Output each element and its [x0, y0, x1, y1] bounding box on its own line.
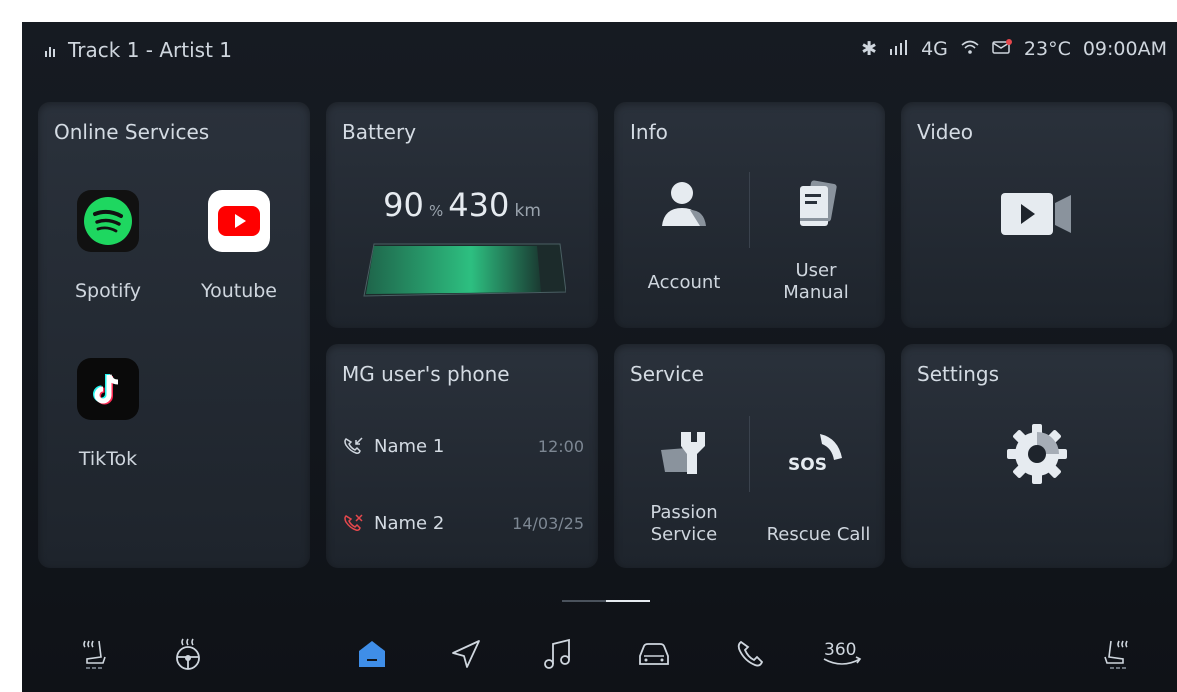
status-icons: ✱ 4G 23°C 09:00AM	[861, 38, 1167, 60]
battery-card[interactable]: Battery 90 % 430 km	[326, 102, 598, 328]
settings-card[interactable]: Settings	[901, 344, 1173, 568]
passion-service-label: Passion Service	[650, 502, 718, 545]
360-camera-button[interactable]: 360	[820, 634, 864, 674]
gear-icon	[1007, 424, 1067, 484]
account-icon	[662, 182, 706, 226]
online-services-card: Online Services Spotify Youtube TikTok	[38, 102, 310, 568]
rescue-call-button[interactable]: SOS Rescue Call	[756, 428, 881, 564]
sos-text: SOS	[788, 455, 827, 475]
call-time: 14/03/25	[512, 513, 584, 533]
info-title: Info	[630, 120, 668, 144]
missed-call-icon	[344, 514, 363, 531]
account-label: Account	[647, 272, 721, 293]
battery-percent-unit: %	[428, 202, 444, 220]
user-manual-label: User Manual	[783, 260, 849, 303]
phone-icon	[737, 640, 764, 667]
temperature: 23°C	[1023, 38, 1071, 60]
signal-icon	[889, 38, 909, 60]
call-time: 12:00	[537, 436, 584, 456]
steering-heat-button[interactable]	[168, 634, 208, 674]
video-title: Video	[917, 120, 974, 144]
music-bars-icon	[45, 47, 55, 57]
battery-fill	[366, 246, 541, 294]
spotify-icon	[84, 197, 132, 245]
status-bar: Track 1 - Artist 1 ✱ 4G 23°C 09:00AM	[22, 22, 1177, 78]
page-dot-2	[606, 600, 650, 602]
music-icon	[544, 638, 570, 669]
360-camera-icon: 360	[823, 640, 862, 665]
passion-service-button[interactable]: Passion Service	[624, 428, 744, 564]
settings-title: Settings	[917, 362, 1000, 386]
steering-heat-icon	[176, 638, 200, 670]
online-services-title: Online Services	[54, 120, 210, 144]
clock: 09:00AM	[1082, 38, 1167, 60]
battery-readout: 90 % 430 km	[326, 186, 598, 224]
user-manual-icon	[800, 180, 837, 226]
info-divider	[749, 172, 750, 248]
call-row-2[interactable]: Name 2 14/03/25	[342, 509, 584, 537]
seat-heat-right-button[interactable]	[1098, 634, 1138, 674]
car-icon	[639, 643, 669, 665]
message-icon	[992, 38, 1012, 60]
phone-button[interactable]	[730, 634, 770, 674]
user-manual-button[interactable]: User Manual	[756, 180, 876, 320]
video-card[interactable]: Video	[901, 102, 1173, 328]
car-button[interactable]	[634, 634, 674, 674]
sos-call-icon: SOS	[788, 434, 842, 475]
service-divider	[749, 416, 750, 492]
page-indicator[interactable]	[562, 600, 652, 602]
bluetooth-icon: ✱	[861, 38, 878, 60]
seat-heat-left-icon	[83, 640, 106, 669]
360-label: 360	[824, 640, 856, 660]
rescue-call-label: Rescue Call	[766, 524, 871, 545]
track-title: Track 1 - Artist 1	[68, 38, 232, 62]
page-dot-1	[562, 600, 606, 602]
youtube-label: Youtube	[201, 280, 277, 302]
call-row-1[interactable]: Name 1 12:00	[342, 432, 584, 460]
account-button[interactable]: Account	[624, 180, 744, 320]
seat-heat-right-icon	[1104, 640, 1128, 669]
service-card: Service Passion Service SOS Rescue Call	[614, 344, 885, 568]
spotify-app[interactable]	[77, 190, 139, 252]
call-name: Name 2	[374, 512, 445, 534]
battery-percent: 90	[383, 186, 424, 224]
phone-title: MG user's phone	[342, 362, 510, 386]
call-name: Name 1	[374, 435, 445, 457]
tiktok-icon	[93, 374, 119, 405]
battery-range-unit: km	[514, 201, 541, 221]
battery-title: Battery	[342, 120, 417, 144]
tiktok-app[interactable]	[77, 358, 139, 420]
home-icon	[359, 641, 385, 667]
navigation-icon	[452, 640, 480, 668]
battery-gauge	[360, 240, 567, 300]
youtube-icon	[218, 206, 260, 236]
video-camera-icon	[1001, 193, 1071, 235]
info-card: Info Account User Manual	[614, 102, 885, 328]
incoming-call-icon	[344, 437, 363, 454]
youtube-app[interactable]	[208, 190, 270, 252]
service-title: Service	[630, 362, 704, 386]
navigation-button[interactable]	[446, 634, 486, 674]
wifi-icon	[960, 38, 980, 60]
infotainment-screen: Track 1 - Artist 1 ✱ 4G 23°C 09:00AM Onl…	[22, 22, 1177, 692]
spotify-label: Spotify	[74, 280, 142, 302]
network-type: 4G	[921, 38, 948, 60]
tiktok-label: TikTok	[78, 448, 138, 470]
music-button[interactable]	[538, 634, 578, 674]
bottom-dock: 360	[22, 614, 1177, 692]
home-button[interactable]	[352, 634, 392, 674]
now-playing[interactable]: Track 1 - Artist 1	[44, 38, 232, 62]
phone-card: MG user's phone Name 1 12:00 Name 2 14/0…	[326, 344, 598, 568]
seat-heat-left-button[interactable]	[74, 634, 114, 674]
battery-range: 430	[448, 186, 510, 224]
wrench-icon	[661, 432, 705, 474]
